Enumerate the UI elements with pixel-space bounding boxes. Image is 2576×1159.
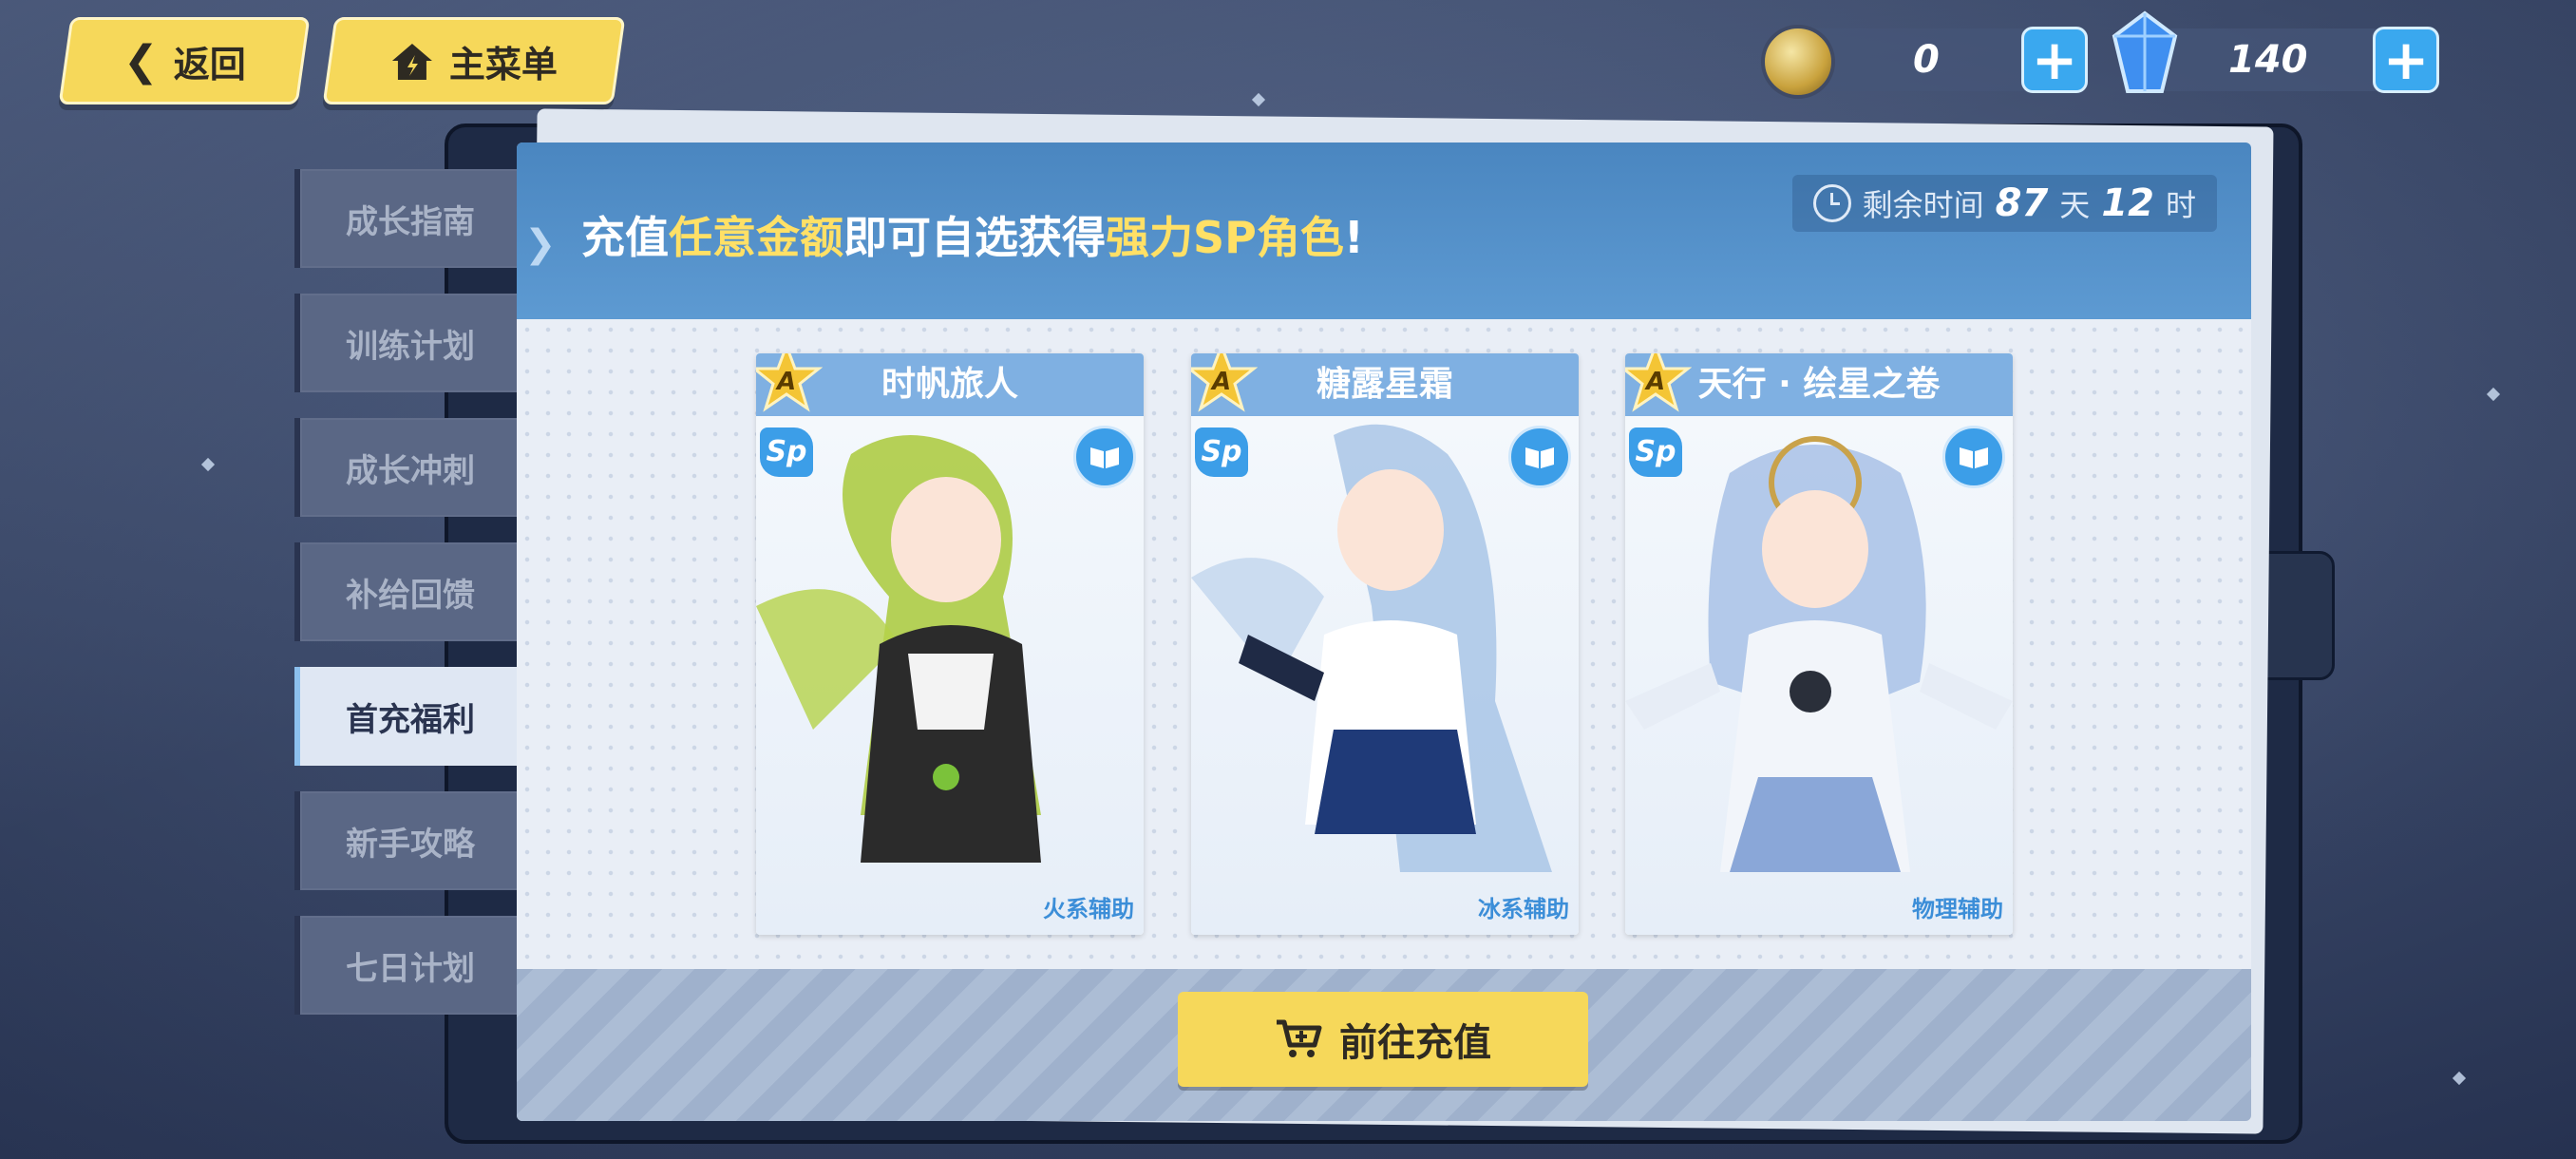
character-card[interactable]: 糖露星霜 Sp 冰系辅助 A — [1191, 353, 1579, 935]
back-button[interactable]: ❮ 返回 — [58, 17, 311, 104]
main-menu-button[interactable]: 主菜单 — [322, 17, 626, 104]
tab-growth-guide[interactable]: 成长指南 — [294, 169, 521, 268]
headline-text: 充值 — [581, 212, 669, 263]
character-card[interactable]: 天行 · 绘星之卷 Sp 物理辅助 A — [1625, 353, 2013, 935]
timer-label: 剩余时间 — [1862, 187, 1984, 223]
sp-badge: Sp — [760, 428, 813, 477]
coin-counter: 0 + — [1761, 25, 2088, 99]
remaining-time: 剩余时间 87 天 12 时 — [1791, 175, 2217, 232]
crystal-value: 140 — [2228, 38, 2308, 82]
go-recharge-button[interactable]: 前往充值 — [1178, 992, 1588, 1087]
card-body: Sp 物理辅助 — [1625, 416, 2013, 935]
book-info-icon[interactable] — [1073, 426, 1136, 488]
timer-hours: 12 — [2101, 181, 2154, 225]
headline: 充值任意金额即可自选获得强力SP角色! — [581, 203, 1364, 266]
tab-label: 成长冲刺 — [346, 451, 475, 490]
coin-value: 0 — [1913, 38, 1940, 82]
character-portrait — [756, 435, 1041, 863]
rank-star-icon: A — [1191, 353, 1258, 412]
tab-seven-day-plan[interactable]: 七日计划 — [294, 916, 521, 1015]
headline-highlight: 强力SP角色 — [1106, 212, 1344, 263]
tab-label: 成长指南 — [346, 202, 475, 241]
headline-highlight: 任意金额 — [669, 212, 843, 263]
role-label: 冰系辅助 — [1478, 896, 1569, 922]
character-card[interactable]: 时帆旅人 Sp 火系辅助 A — [756, 353, 1144, 935]
recharge-label: 前往充值 — [1339, 1021, 1491, 1065]
coin-icon — [1761, 25, 1835, 99]
main-menu-label: 主菜单 — [448, 43, 558, 86]
add-coin-button[interactable]: + — [2021, 27, 2088, 93]
cart-icon — [1277, 1019, 1322, 1057]
tab-first-recharge[interactable]: 首充福利 — [294, 667, 521, 766]
rank-star-icon: A — [1625, 353, 1692, 412]
character-portrait — [1625, 436, 2013, 872]
role-label: 火系辅助 — [1043, 896, 1134, 922]
rank-letter: A — [1644, 368, 1665, 396]
rank-letter: A — [1210, 368, 1231, 396]
panel-header: ❯ 充值任意金额即可自选获得强力SP角色! 剩余时间 87 天 12 时 — [517, 142, 2251, 319]
rank-star-icon: A — [756, 353, 823, 412]
chevron-left-icon: ❮ — [123, 36, 159, 86]
crystal-counter: 140 + — [2112, 10, 2439, 93]
tab-training-plan[interactable]: 训练计划 — [294, 294, 521, 392]
tab-label: 新手攻略 — [346, 825, 475, 864]
timer-days: 87 — [1995, 181, 2049, 225]
tab-beginner-guide[interactable]: 新手攻略 — [294, 791, 521, 890]
book-info-icon[interactable] — [1942, 426, 2005, 488]
card-body: Sp 火系辅助 — [756, 416, 1144, 935]
headline-text: 即可自选获得 — [843, 212, 1106, 263]
tab-label: 首充福利 — [346, 700, 475, 739]
tab-label: 补给回馈 — [346, 576, 475, 615]
tab-supply-reward[interactable]: 补给回馈 — [294, 542, 521, 641]
tab-label: 训练计划 — [346, 327, 475, 366]
timer-hours-unit: 时 — [2165, 187, 2196, 223]
add-crystal-button[interactable]: + — [2373, 27, 2439, 93]
role-label: 物理辅助 — [1912, 896, 2003, 922]
tab-growth-sprint[interactable]: 成长冲刺 — [294, 418, 521, 517]
tab-label: 七日计划 — [346, 949, 475, 988]
crystal-icon — [2112, 10, 2178, 93]
sp-badge: Sp — [1195, 428, 1248, 477]
book-info-icon[interactable] — [1508, 426, 1571, 488]
timer-days-unit: 天 — [2059, 187, 2091, 223]
headline-text: ! — [1343, 212, 1364, 263]
home-icon — [391, 43, 432, 79]
rank-letter: A — [775, 368, 796, 396]
card-body: Sp 冰系辅助 — [1191, 416, 1579, 935]
sp-badge: Sp — [1629, 428, 1682, 477]
back-button-label: 返回 — [173, 43, 246, 86]
character-portrait — [1191, 424, 1552, 872]
clock-icon — [1812, 184, 1851, 222]
chevron-right-icon: ❯ — [524, 222, 557, 266]
